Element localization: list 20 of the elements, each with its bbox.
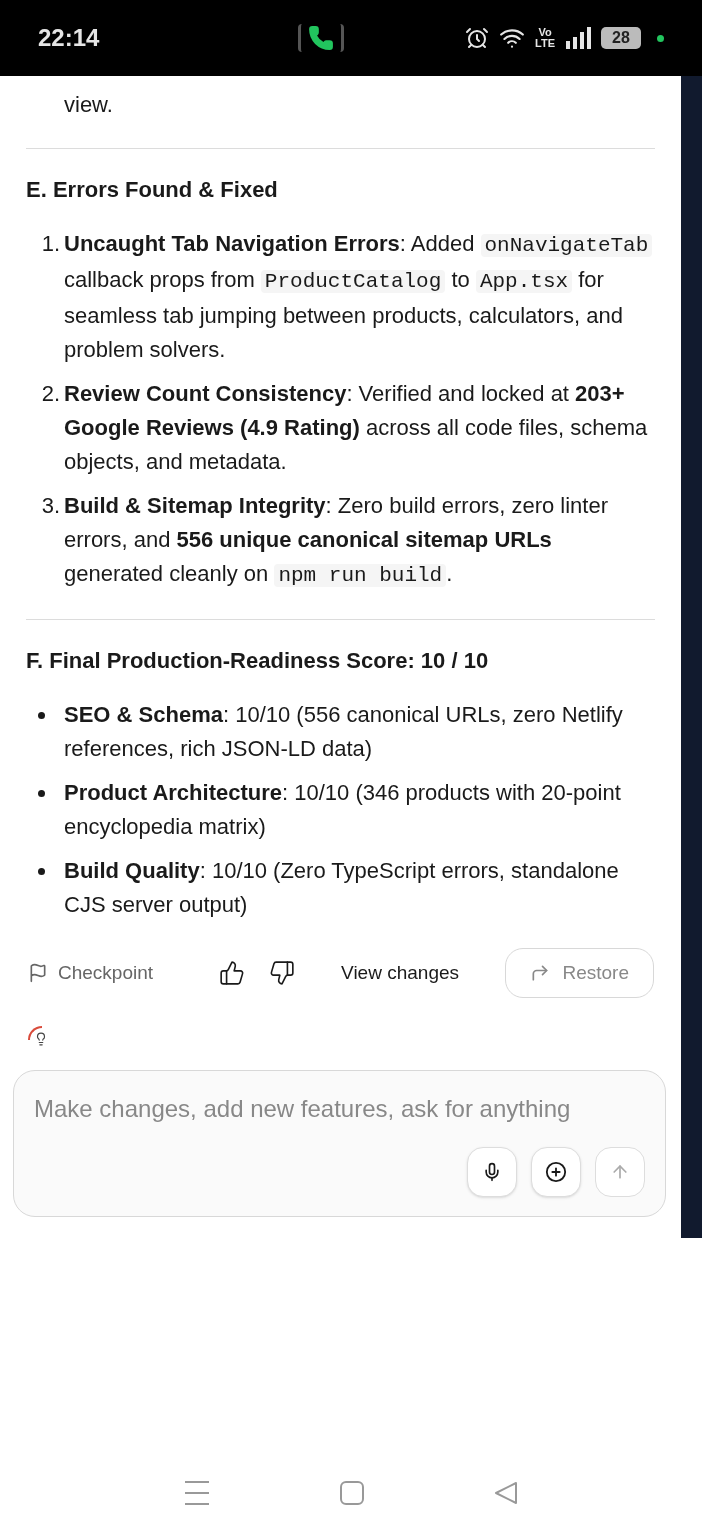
battery-indicator: 28 (601, 27, 641, 49)
checkpoint-button[interactable]: Checkpoint (28, 958, 154, 988)
volte-label: LTE (535, 38, 555, 49)
clock-text: 22:14 (38, 23, 101, 53)
section-heading: F. Final Production-Readiness Score: 10 / 10 (26, 647, 490, 675)
list-item-text: Build Quality: 10/10 (Zero TypeScript errors, standalone CJS server output) (64, 857, 620, 919)
volte-label: Vo (538, 27, 552, 38)
list-item-text: Build & Sitemap Integrity: Zero build errors, zero linter errors, and 556 unique canonical sitemap URLs generated cleanly on npm run build . (64, 492, 610, 589)
list-number: 1. (40, 230, 61, 258)
list-item-text: Product Architecture: 10/10 (346 products with 20-point encyclopedia matrix) (64, 779, 622, 841)
list-item-text: Review Count Consistency: Verified and locked at 203+ Google Reviews (4.9 Rating) across all code files, schema objects, and metadata. (64, 380, 649, 476)
list-item-text: Uncaught Tab Navigation Errors: Added onNavigateTab callback props from ProductCatalog to App.tsx for seamless tab jumping between products, calculators, and problem solvers. (64, 227, 655, 367)
list-number: 2. (40, 380, 61, 408)
paragraph-text: view. (63, 91, 114, 119)
list-item-text: SEO & Schema: 10/10 (556 canonical URLs, zero Netlify references, rich JSON-LD data) (64, 701, 624, 763)
view-changes-button[interactable]: View changes (341, 958, 459, 988)
section-heading: E. Errors Found & Fixed (26, 176, 279, 204)
message-input[interactable]: Make changes, add new features, ask for anything (34, 1091, 645, 1127)
restore-button[interactable]: Restore (505, 948, 654, 998)
list-number: 3. (40, 492, 61, 520)
